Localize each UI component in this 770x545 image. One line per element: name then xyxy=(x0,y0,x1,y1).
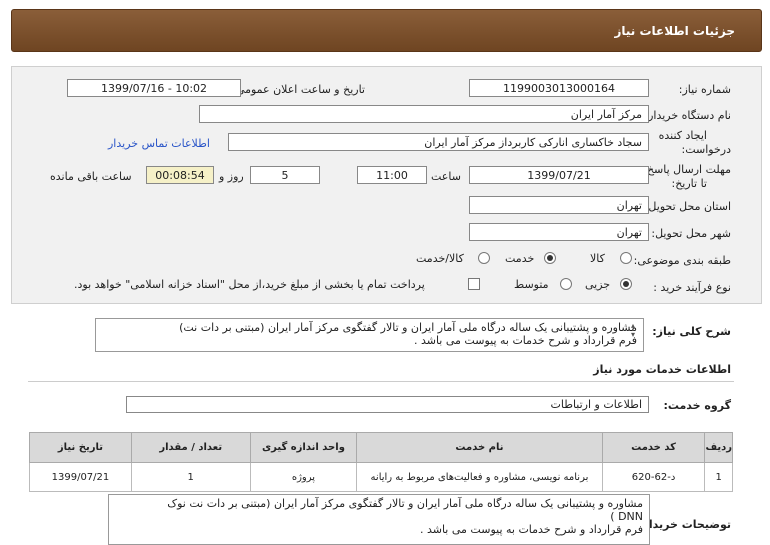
info-panel xyxy=(11,66,762,304)
summary-line-2: فرم قرارداد و شرح خدمات به پیوست می باشد… xyxy=(413,334,637,347)
buyer-notes-line-3: فرم قرارداد و شرح خدمات به پیوست می باشد… xyxy=(419,523,643,536)
purchase-option-medium: متوسط xyxy=(514,278,549,291)
service-group-label: گروه خدمت: xyxy=(663,399,731,412)
cell-qty: 1 xyxy=(130,462,251,492)
creator-label-line1: ایجاد کننده xyxy=(658,129,707,142)
time-remaining-field: 00:08:54 xyxy=(146,166,214,184)
category-label: طبقه بندی موضوعی: xyxy=(633,254,731,267)
days-label: روز و xyxy=(219,170,244,183)
col-qty: تعداد / مقدار xyxy=(130,432,251,463)
deadline-time-label: ساعت xyxy=(431,170,461,183)
category-option-service: خدمت xyxy=(505,252,535,265)
services-divider xyxy=(28,381,734,382)
category-radio-service[interactable] xyxy=(544,252,556,264)
col-name: نام خدمت xyxy=(356,432,603,463)
announce-date-field[interactable]: 1399/07/16 - 10:02 xyxy=(67,79,241,97)
summary-textarea[interactable]: مشاوره و پشتیبانی یک ساله درگاه ملی آمار… xyxy=(95,318,644,352)
purchase-radio-medium[interactable] xyxy=(560,278,572,290)
cell-code: د-62-620 xyxy=(601,462,706,492)
buyer-notes-textarea[interactable]: مشاوره و پشتیبانی یک ساله درگاه ملی آمار… xyxy=(108,494,650,545)
category-radio-goods-service[interactable] xyxy=(478,252,490,264)
buyer-field[interactable]: مرکز آمار ایران xyxy=(199,105,649,123)
deadline-time-field[interactable]: 11:00 xyxy=(357,166,427,184)
services-table: ردیف کد خدمت نام خدمت واحد اندازه گیری ت… xyxy=(29,432,733,492)
scroll-arrows-icon[interactable]: ▴ ▾ xyxy=(631,321,635,339)
purchase-type-label: نوع فرآیند خرید : xyxy=(653,281,731,294)
buyer-notes-line-2: DNN ) xyxy=(610,510,643,523)
col-row: ردیف xyxy=(704,432,733,463)
need-number-field[interactable]: 1199003013000164 xyxy=(469,79,649,97)
province-field[interactable]: تهران xyxy=(469,196,649,214)
province-label: استان محل تحویل: xyxy=(644,200,731,213)
time-remaining-label: ساعت باقی مانده xyxy=(50,170,132,183)
table-row: 1 د-62-620 برنامه نویسی، مشاوره و فعالیت… xyxy=(29,462,733,492)
buyer-notes-line-1: مشاوره و پشتیبانی یک ساله درگاه ملی آمار… xyxy=(167,497,643,510)
summary-line-1: مشاوره و پشتیبانی یک ساله درگاه ملی آمار… xyxy=(179,321,637,334)
buyer-label: نام دستگاه خریدار: xyxy=(644,109,731,122)
announce-date-label: تاریخ و ساعت اعلان عمومی: xyxy=(232,83,365,96)
col-unit: واحد اندازه گیری xyxy=(249,432,358,463)
cell-unit: پروژه xyxy=(249,462,358,492)
category-radio-goods[interactable] xyxy=(620,252,632,264)
col-code: کد خدمت xyxy=(601,432,706,463)
deadline-label-line1: مهلت ارسال پاسخ: xyxy=(643,163,731,176)
city-field[interactable]: تهران xyxy=(469,223,649,241)
summary-label: شرح کلی نیاز: xyxy=(652,325,731,338)
cell-row: 1 xyxy=(704,462,733,492)
buyer-notes-label: توضیحات خریدار: xyxy=(638,518,731,531)
buyer-contact-link[interactable]: اطلاعات تماس خریدار xyxy=(108,137,210,150)
cell-name: برنامه نویسی، مشاوره و فعالیت‌های مربوط … xyxy=(356,462,603,492)
days-remaining-field[interactable]: 5 xyxy=(250,166,320,184)
creator-field[interactable]: سجاد خاکساری انارکی کاربرداز مرکز آمار ا… xyxy=(228,133,649,151)
col-date: تاریخ نیاز xyxy=(29,432,132,463)
deadline-label-line2: تا تاریخ: xyxy=(671,177,707,190)
page-header: جزئیات اطلاعات نیاز xyxy=(11,9,762,52)
creator-label-line2: درخواست: xyxy=(681,143,731,156)
treasury-payment-note: پرداخت تمام یا بخشی از مبلغ خرید،از محل … xyxy=(74,278,425,291)
need-number-label: شماره نیاز: xyxy=(678,83,731,96)
purchase-option-minor: جزیی xyxy=(585,278,611,291)
page-title: جزئیات اطلاعات نیاز xyxy=(614,23,735,38)
city-label: شهر محل تحویل: xyxy=(651,227,731,240)
services-table-wrapper: ردیف کد خدمت نام خدمت واحد اندازه گیری ت… xyxy=(29,432,733,492)
cell-date: 1399/07/21 xyxy=(29,462,132,492)
category-option-goods: کالا xyxy=(590,252,605,265)
services-section-title: اطلاعات خدمات مورد نیاز xyxy=(593,363,731,376)
category-option-goods-service: کالا/خدمت xyxy=(416,252,464,265)
service-group-field[interactable]: اطلاعات و ارتباطات xyxy=(126,396,649,413)
treasury-payment-checkbox[interactable] xyxy=(468,278,480,290)
deadline-date-field[interactable]: 1399/07/21 xyxy=(469,166,649,184)
purchase-radio-minor[interactable] xyxy=(620,278,632,290)
